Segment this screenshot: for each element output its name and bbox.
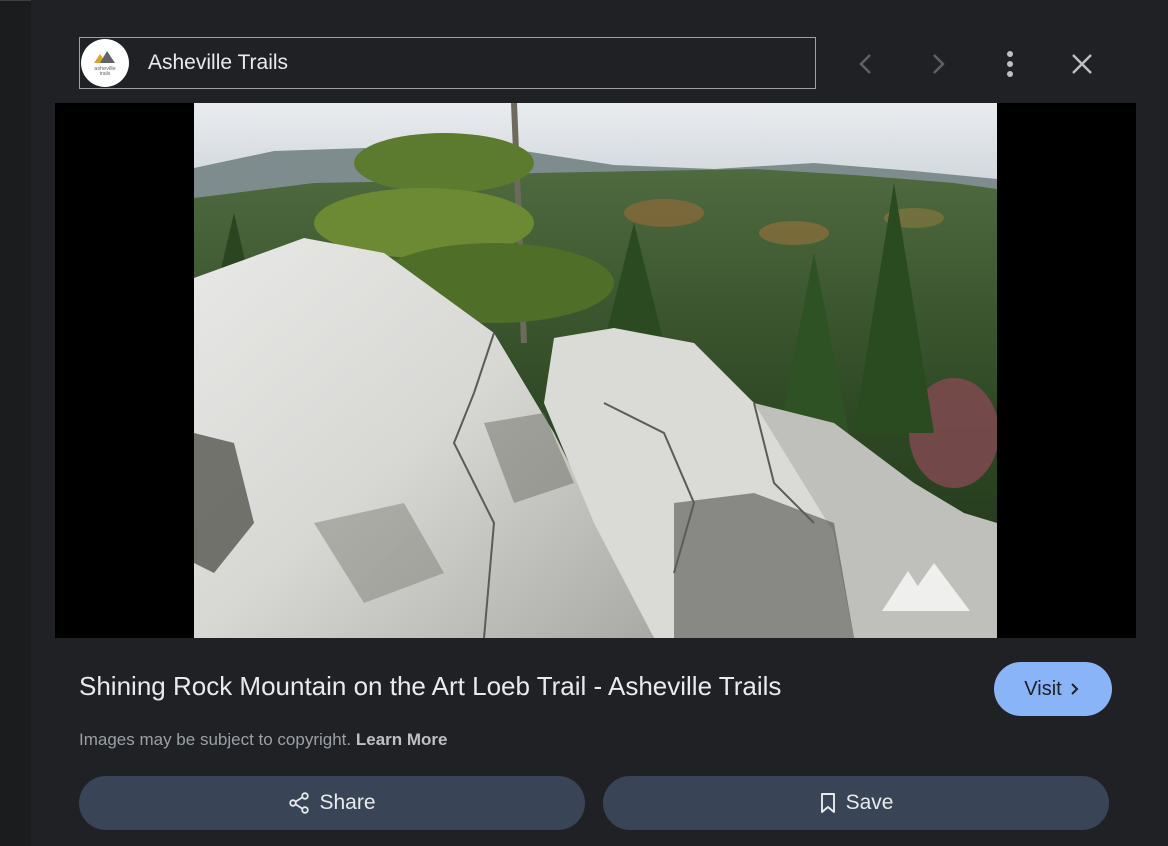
left-edge-strip [0, 0, 31, 846]
copyright-text: Images may be subject to copyright. [79, 730, 352, 749]
visit-button-label: Visit [1024, 677, 1062, 700]
share-button[interactable]: Share [79, 776, 585, 830]
image-title[interactable]: Shining Rock Mountain on the Art Loeb Tr… [79, 671, 781, 702]
close-icon [1072, 54, 1092, 74]
copyright-notice: Images may be subject to copyright. Lear… [79, 730, 448, 750]
share-label: Share [319, 791, 376, 814]
asheville-trails-logo-icon: asheville trails [94, 51, 116, 77]
source-favicon: asheville trails [81, 39, 129, 87]
visit-button[interactable]: Visit [994, 662, 1112, 716]
save-label: Save [845, 791, 894, 814]
source-name[interactable]: Asheville Trails [148, 51, 288, 75]
chevron-left-icon [859, 54, 871, 74]
more-options-button[interactable] [986, 40, 1034, 88]
close-button[interactable] [1058, 40, 1106, 88]
main-photo[interactable] [194, 103, 997, 638]
bookmark-icon [819, 792, 837, 814]
svg-text:trails: trails [100, 71, 111, 77]
chevron-right-icon [1070, 683, 1079, 695]
previous-button[interactable] [842, 40, 890, 88]
photo-illustration [194, 103, 997, 638]
more-vert-icon [1007, 51, 1013, 77]
next-button[interactable] [914, 40, 962, 88]
learn-more-link[interactable]: Learn More [356, 730, 448, 749]
chevron-right-icon [933, 54, 945, 74]
share-icon [288, 792, 310, 814]
save-button[interactable]: Save [603, 776, 1109, 830]
source-header[interactable]: asheville trails Asheville Trails [79, 37, 816, 89]
image-frame [55, 103, 1136, 638]
